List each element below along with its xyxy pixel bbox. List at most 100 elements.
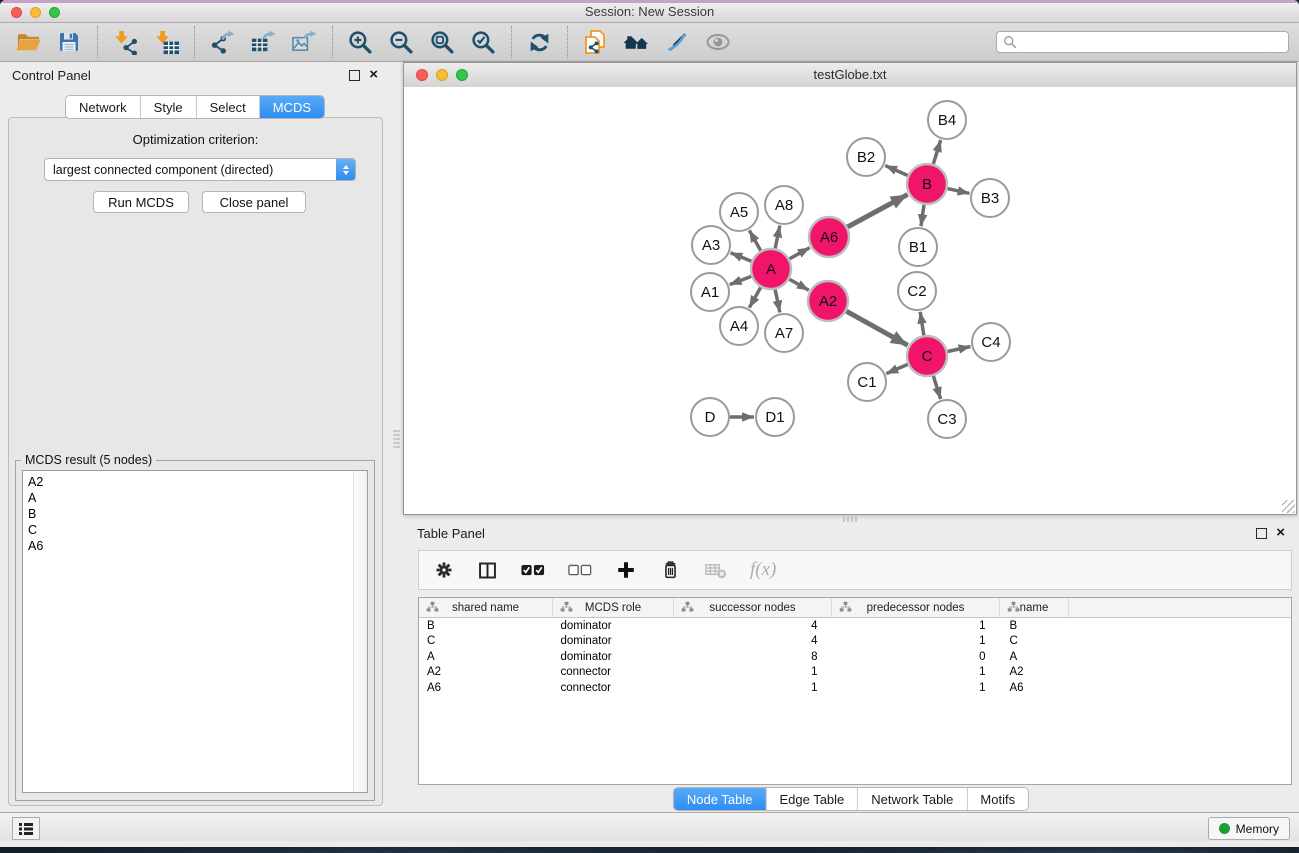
- cell-name[interactable]: A6: [1000, 680, 1069, 696]
- cell-shared-name[interactable]: A2: [419, 665, 553, 681]
- cell-shared-name[interactable]: A6: [419, 680, 553, 696]
- column-header-name[interactable]: name: [1000, 598, 1069, 618]
- node-D[interactable]: D: [691, 398, 729, 436]
- node-A[interactable]: A: [751, 249, 791, 289]
- network-window-titlebar[interactable]: testGlobe.txt: [404, 63, 1296, 88]
- unselect-all-icon[interactable]: [568, 564, 592, 577]
- save-session-icon[interactable]: [53, 27, 85, 57]
- table-settings-gear-icon[interactable]: [434, 560, 454, 580]
- cell-predecessor-nodes[interactable]: 0: [832, 649, 1000, 665]
- close-table-panel-icon[interactable]: ×: [1276, 528, 1285, 538]
- cell-name[interactable]: B: [1000, 618, 1069, 634]
- cell-successor-nodes[interactable]: 4: [674, 618, 832, 634]
- node-A7[interactable]: A7: [765, 314, 803, 352]
- result-item-a6[interactable]: A6: [23, 538, 367, 554]
- cell-MCDS-role[interactable]: dominator: [553, 618, 674, 634]
- tab-select[interactable]: Select: [196, 96, 259, 118]
- cell-MCDS-role[interactable]: dominator: [553, 634, 674, 650]
- memory-button[interactable]: Memory: [1208, 817, 1290, 840]
- edge-C-C4[interactable]: [948, 346, 971, 351]
- run-mcds-button[interactable]: Run MCDS: [93, 191, 189, 213]
- result-item-a2[interactable]: A2: [23, 474, 367, 490]
- edge-B-B3[interactable]: [947, 189, 969, 194]
- cell-shared-name[interactable]: C: [419, 634, 553, 650]
- node-A4[interactable]: A4: [720, 307, 758, 345]
- cell-name[interactable]: A2: [1000, 665, 1069, 681]
- column-header-predecessor-nodes[interactable]: predecessor nodes: [832, 598, 1000, 618]
- search-input[interactable]: [1022, 34, 1282, 50]
- node-B1[interactable]: B1: [899, 228, 937, 266]
- mcds-result-listbox[interactable]: A2ABCA6: [22, 470, 368, 793]
- edge-A-A5[interactable]: [749, 230, 760, 250]
- edge-A-A6[interactable]: [789, 248, 809, 259]
- resize-grip-icon[interactable]: [1282, 500, 1295, 513]
- cell-MCDS-role[interactable]: connector: [553, 665, 674, 681]
- tab-network-table[interactable]: Network Table: [857, 788, 966, 810]
- edge-A2-C[interactable]: [846, 311, 907, 345]
- zoom-in-icon[interactable]: [344, 27, 376, 57]
- result-item-b[interactable]: B: [23, 506, 367, 522]
- cell-MCDS-role[interactable]: connector: [553, 680, 674, 696]
- cyndex-home-icon[interactable]: [620, 27, 652, 57]
- table-row-a2[interactable]: A2connector11A2: [419, 665, 1291, 681]
- result-item-a[interactable]: A: [23, 490, 367, 506]
- export-image-icon[interactable]: [288, 27, 320, 57]
- search-field[interactable]: [996, 31, 1289, 53]
- close-panel-icon[interactable]: ×: [369, 70, 378, 80]
- node-A6[interactable]: A6: [809, 217, 849, 257]
- cell-MCDS-role[interactable]: dominator: [553, 649, 674, 665]
- cell-predecessor-nodes[interactable]: 1: [832, 634, 1000, 650]
- export-network-icon[interactable]: [206, 27, 238, 57]
- table-row-b[interactable]: Bdominator41B: [419, 618, 1291, 634]
- node-C1[interactable]: C1: [848, 363, 886, 401]
- cell-predecessor-nodes[interactable]: 1: [832, 618, 1000, 634]
- import-table-icon[interactable]: [150, 27, 182, 57]
- edge-A6-B[interactable]: [847, 194, 907, 227]
- node-B3[interactable]: B3: [971, 179, 1009, 217]
- edge-B-B1[interactable]: [921, 205, 924, 226]
- edge-C-C2[interactable]: [920, 312, 924, 335]
- node-A8[interactable]: A8: [765, 186, 803, 224]
- hide-graphics-details-icon[interactable]: [661, 27, 693, 57]
- result-item-c[interactable]: C: [23, 522, 367, 538]
- node-B4[interactable]: B4: [928, 101, 966, 139]
- open-session-icon[interactable]: [12, 27, 44, 57]
- node-A5[interactable]: A5: [720, 193, 758, 231]
- zoom-out-icon[interactable]: [385, 27, 417, 57]
- edge-A-A8[interactable]: [775, 226, 780, 249]
- node-A1[interactable]: A1: [691, 273, 729, 311]
- create-column-plus-icon[interactable]: [615, 559, 637, 581]
- node-C4[interactable]: C4: [972, 323, 1010, 361]
- cell-successor-nodes[interactable]: 1: [674, 680, 832, 696]
- result-scrollbar[interactable]: [353, 471, 367, 792]
- close-panel-button[interactable]: Close panel: [202, 191, 306, 213]
- edge-A-A7[interactable]: [775, 290, 780, 313]
- edge-A-A4[interactable]: [749, 287, 760, 307]
- cell-predecessor-nodes[interactable]: 1: [832, 665, 1000, 681]
- show-columns-icon[interactable]: [477, 560, 498, 581]
- cell-predecessor-nodes[interactable]: 1: [832, 680, 1000, 696]
- zoom-fit-content-icon[interactable]: [426, 27, 458, 57]
- float-table-panel-icon[interactable]: [1256, 528, 1267, 539]
- cell-successor-nodes[interactable]: 8: [674, 649, 832, 665]
- node-B2[interactable]: B2: [847, 138, 885, 176]
- zoom-selected-icon[interactable]: [467, 27, 499, 57]
- node-C[interactable]: C: [907, 336, 947, 376]
- edge-B-B2[interactable]: [885, 165, 908, 175]
- tab-edge-table[interactable]: Edge Table: [765, 788, 857, 810]
- task-history-button[interactable]: [12, 817, 40, 840]
- export-table-icon[interactable]: [247, 27, 279, 57]
- edge-C-C3[interactable]: [933, 376, 940, 399]
- open-in-cyndex-icon[interactable]: [579, 27, 611, 57]
- tab-node-table[interactable]: Node Table: [674, 788, 766, 810]
- table-row-c[interactable]: Cdominator41C: [419, 634, 1291, 650]
- float-panel-icon[interactable]: [349, 70, 360, 81]
- tab-mcds[interactable]: MCDS: [259, 96, 324, 118]
- edge-A-A2[interactable]: [789, 279, 809, 290]
- cell-successor-nodes[interactable]: 1: [674, 665, 832, 681]
- node-D1[interactable]: D1: [756, 398, 794, 436]
- cell-name[interactable]: C: [1000, 634, 1069, 650]
- criterion-dropdown[interactable]: largest connected component (directed): [44, 158, 356, 181]
- edge-A-A1[interactable]: [730, 276, 752, 284]
- column-header-successor-nodes[interactable]: successor nodes: [674, 598, 832, 618]
